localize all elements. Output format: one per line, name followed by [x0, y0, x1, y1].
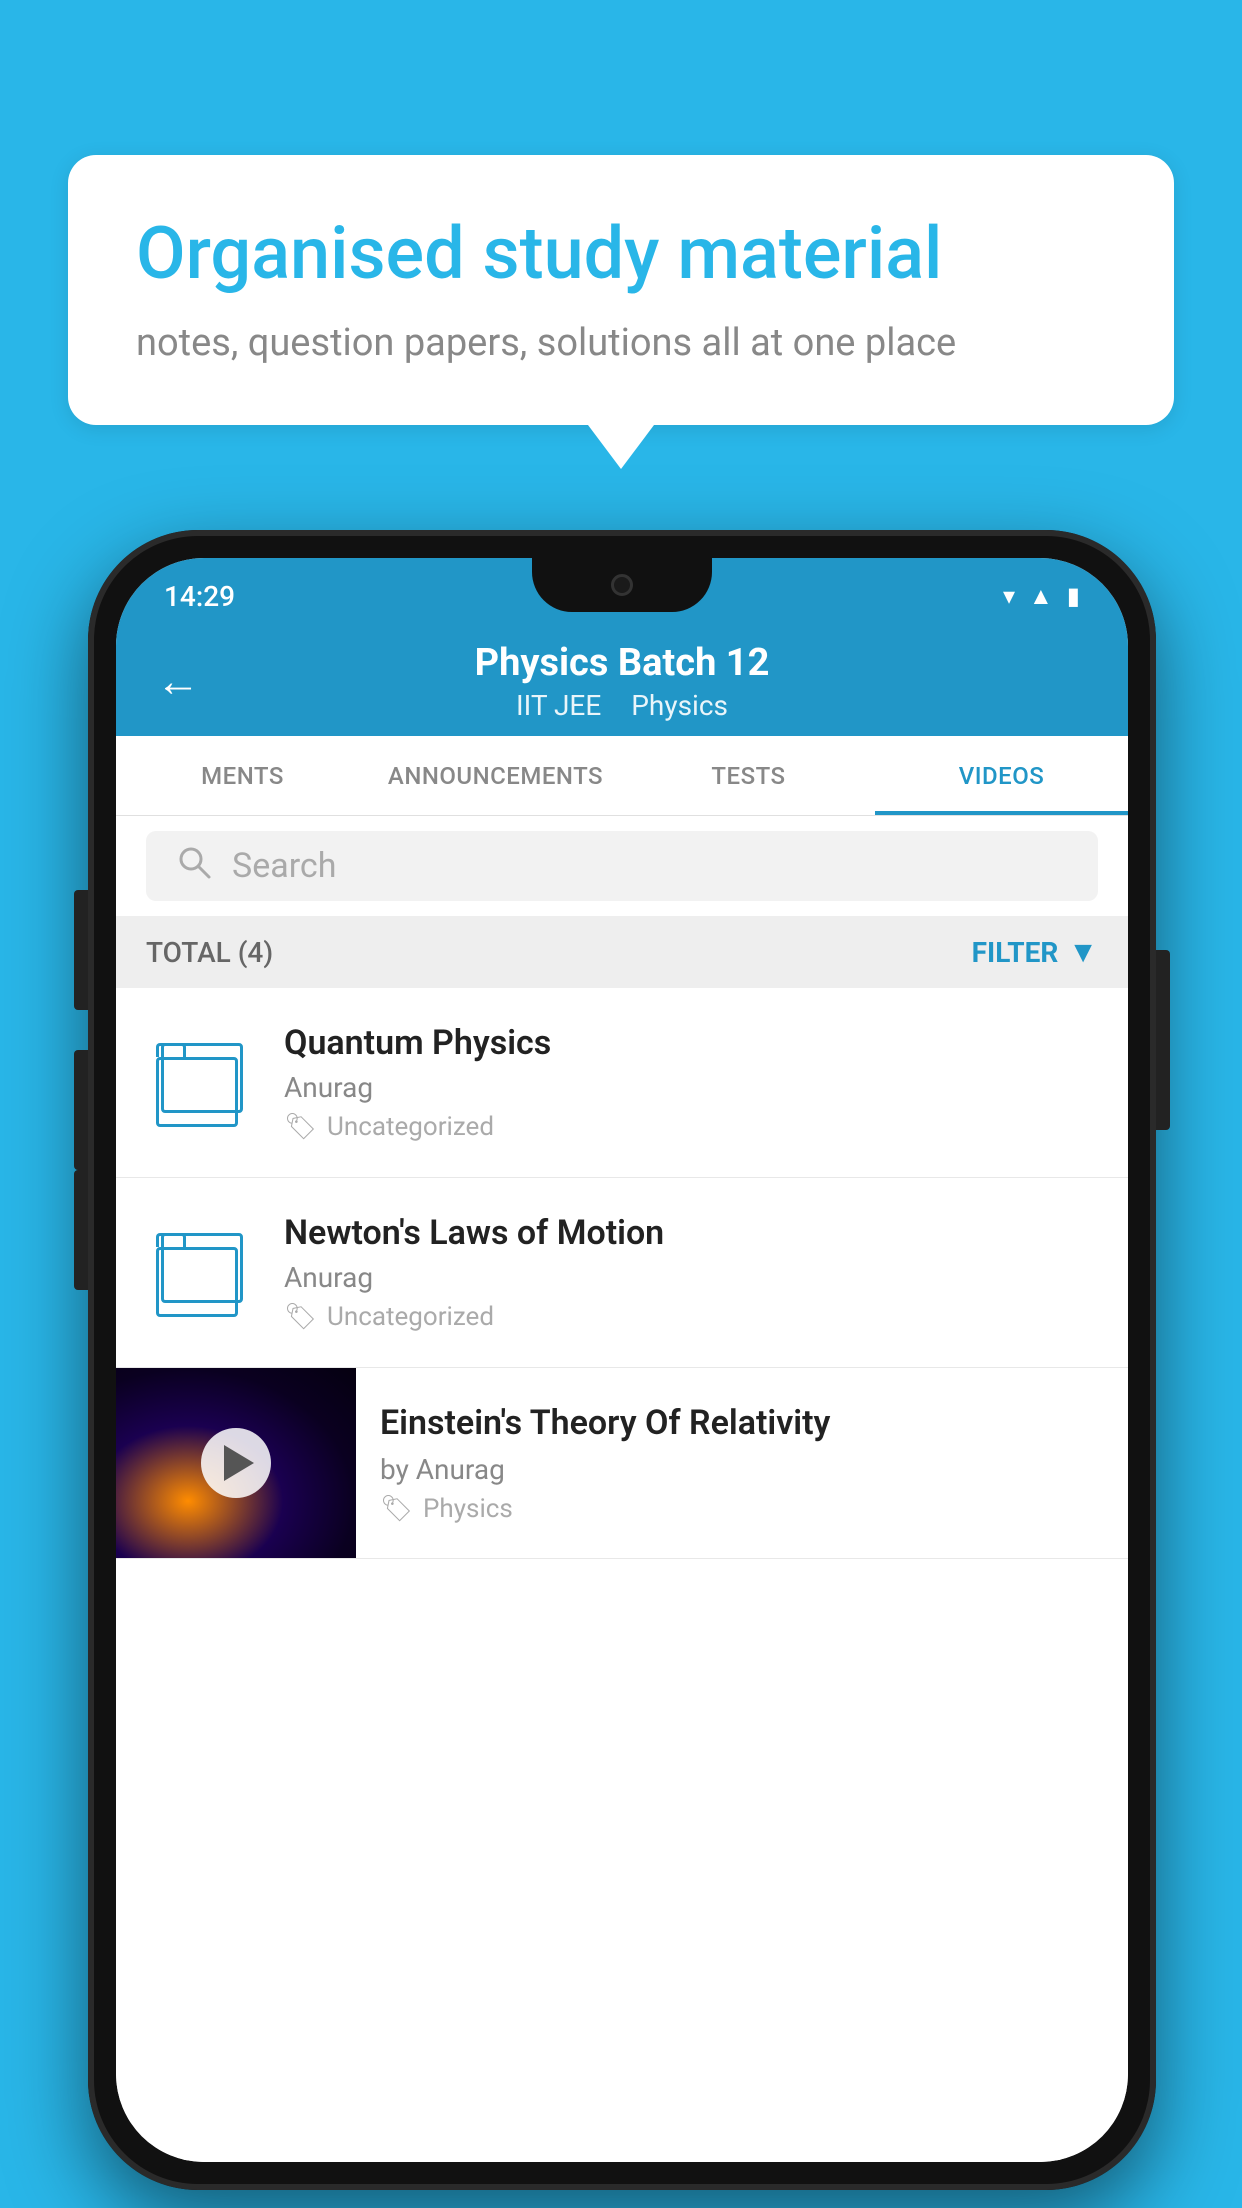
signal-icon: ▲ [1029, 582, 1053, 611]
subtitle-physics: Physics [631, 689, 728, 722]
item-icon-area [146, 1233, 256, 1313]
tag-icon: 🏷 [284, 1112, 317, 1142]
list-item-video[interactable]: Einstein's Theory Of Relativity by Anura… [116, 1368, 1128, 1559]
item-info: Newton's Laws of Motion Anurag 🏷 Uncateg… [284, 1213, 1098, 1332]
tag-icon: 🏷 [284, 1302, 317, 1332]
bubble-title: Organised study material [136, 211, 1106, 297]
filter-bar: TOTAL (4) FILTER ▼ [116, 916, 1128, 988]
list-item[interactable]: Newton's Laws of Motion Anurag 🏷 Uncateg… [116, 1178, 1128, 1368]
item-author: Anurag [284, 1071, 1098, 1104]
camera-icon [611, 574, 633, 596]
tabs-bar: MENTS ANNOUNCEMENTS TESTS VIDEOS [116, 736, 1128, 816]
subtitle-iitjee: IIT JEE [516, 689, 601, 722]
folder-tab [156, 1043, 186, 1057]
phone-screen: 14:29 ▾ ▲ ▮ ← Physics Batch 12 IIT JEE P… [116, 558, 1128, 2162]
folder-front [156, 1057, 238, 1127]
item-info: Einstein's Theory Of Relativity by Anura… [356, 1379, 1128, 1548]
item-title: Newton's Laws of Motion [284, 1213, 1098, 1253]
item-author: Anurag [284, 1261, 1098, 1294]
item-author: by Anurag [380, 1453, 1104, 1486]
item-title: Einstein's Theory Of Relativity [380, 1403, 1104, 1443]
phone-device: 14:29 ▾ ▲ ▮ ← Physics Batch 12 IIT JEE P… [88, 530, 1156, 2190]
list-item[interactable]: Quantum Physics Anurag 🏷 Uncategorized [116, 988, 1128, 1178]
header-subtitle: IIT JEE Physics [516, 689, 728, 722]
tab-ments[interactable]: MENTS [116, 736, 369, 815]
search-box[interactable]: Search [146, 831, 1098, 901]
wifi-icon: ▾ [1003, 582, 1015, 610]
speech-bubble: Organised study material notes, question… [68, 155, 1174, 425]
back-button[interactable]: ← [156, 655, 200, 707]
item-tag: 🏷 Uncategorized [284, 1302, 1098, 1332]
tab-tests[interactable]: TESTS [622, 736, 875, 815]
tab-announcements[interactable]: ANNOUNCEMENTS [369, 736, 622, 815]
item-title: Quantum Physics [284, 1023, 1098, 1063]
battery-icon: ▮ [1067, 582, 1080, 610]
tag-icon: 🏷 [380, 1494, 413, 1524]
search-placeholder: Search [232, 846, 336, 886]
folder-front [156, 1247, 238, 1317]
folder-icon [156, 1043, 246, 1123]
folder-tab [156, 1233, 186, 1247]
thumbnail-bg [116, 1368, 356, 1558]
tab-videos[interactable]: VIDEOS [875, 736, 1128, 815]
play-button[interactable] [201, 1428, 271, 1498]
search-area: Search [116, 816, 1128, 916]
status-icons: ▾ ▲ ▮ [1003, 582, 1080, 611]
list-area: Quantum Physics Anurag 🏷 Uncategorized [116, 988, 1128, 2162]
phone-notch [532, 558, 712, 612]
status-time: 14:29 [164, 580, 235, 613]
total-label: TOTAL (4) [146, 936, 273, 969]
folder-icon [156, 1233, 246, 1313]
search-icon [176, 844, 212, 889]
item-info: Quantum Physics Anurag 🏷 Uncategorized [284, 1023, 1098, 1142]
item-tag: 🏷 Physics [380, 1494, 1104, 1524]
video-thumbnail [116, 1368, 356, 1558]
app-header: ← Physics Batch 12 IIT JEE Physics [116, 626, 1128, 736]
filter-icon: ▼ [1068, 935, 1098, 970]
bubble-subtitle: notes, question papers, solutions all at… [136, 321, 1106, 365]
play-icon [224, 1445, 254, 1481]
item-icon-area [146, 1043, 256, 1123]
header-title: Physics Batch 12 [475, 641, 770, 685]
item-tag: 🏷 Uncategorized [284, 1112, 1098, 1142]
filter-button[interactable]: FILTER ▼ [972, 935, 1098, 970]
